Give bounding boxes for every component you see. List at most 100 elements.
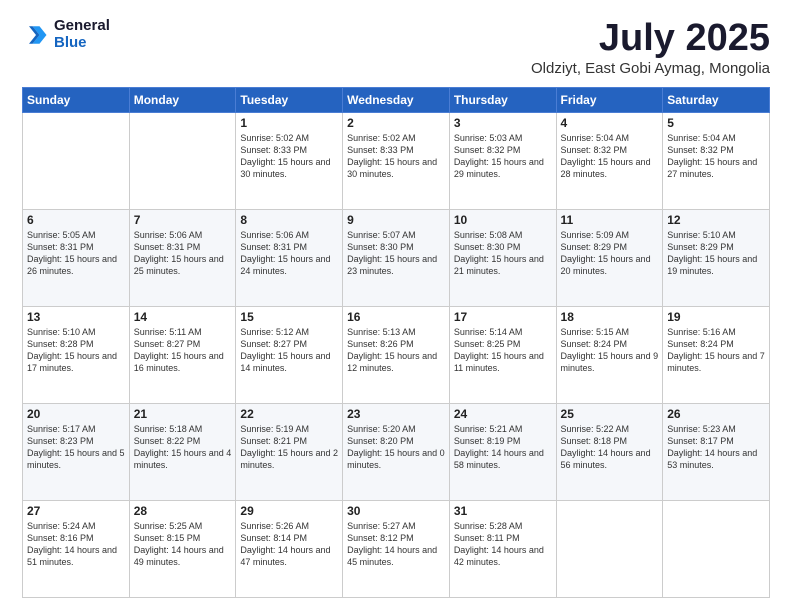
cell-text: Sunrise: 5:04 AM Sunset: 8:32 PM Dayligh… bbox=[561, 132, 659, 181]
day-number: 22 bbox=[240, 407, 338, 421]
cell-text: Sunrise: 5:26 AM Sunset: 8:14 PM Dayligh… bbox=[240, 520, 338, 569]
cell-text: Sunrise: 5:04 AM Sunset: 8:32 PM Dayligh… bbox=[667, 132, 765, 181]
cell-text: Sunrise: 5:07 AM Sunset: 8:30 PM Dayligh… bbox=[347, 229, 445, 278]
page: General Blue July 2025 Oldziyt, East Gob… bbox=[0, 0, 792, 612]
day-number: 1 bbox=[240, 116, 338, 130]
title-area: July 2025 Oldziyt, East Gobi Aymag, Mong… bbox=[531, 18, 770, 77]
cell-text: Sunrise: 5:22 AM Sunset: 8:18 PM Dayligh… bbox=[561, 423, 659, 472]
cell-text: Sunrise: 5:02 AM Sunset: 8:33 PM Dayligh… bbox=[347, 132, 445, 181]
logo-general-text: General bbox=[54, 18, 110, 35]
day-number: 4 bbox=[561, 116, 659, 130]
cell-text: Sunrise: 5:13 AM Sunset: 8:26 PM Dayligh… bbox=[347, 326, 445, 375]
day-number: 23 bbox=[347, 407, 445, 421]
day-number: 7 bbox=[134, 213, 232, 227]
cell-text: Sunrise: 5:24 AM Sunset: 8:16 PM Dayligh… bbox=[27, 520, 125, 569]
table-row: 4 Sunrise: 5:04 AM Sunset: 8:32 PM Daylig… bbox=[556, 112, 663, 209]
day-number: 2 bbox=[347, 116, 445, 130]
calendar-table: Sunday Monday Tuesday Wednesday Thursday… bbox=[22, 87, 770, 598]
table-row: 27 Sunrise: 5:24 AM Sunset: 8:16 PM Dayli… bbox=[23, 500, 130, 597]
cell-text: Sunrise: 5:06 AM Sunset: 8:31 PM Dayligh… bbox=[134, 229, 232, 278]
table-row: 24Sunrise: 5:21 AM Sunset: 8:19 PM Dayli… bbox=[449, 403, 556, 500]
cell-text: Sunrise: 5:02 AM Sunset: 8:33 PM Dayligh… bbox=[240, 132, 338, 181]
cell-text: Sunrise: 5:08 AM Sunset: 8:30 PM Dayligh… bbox=[454, 229, 552, 278]
cell-text: Sunrise: 5:11 AM Sunset: 8:27 PM Dayligh… bbox=[134, 326, 232, 375]
cell-text: Sunrise: 5:20 AM Sunset: 8:20 PM Dayligh… bbox=[347, 423, 445, 472]
col-friday: Friday bbox=[556, 87, 663, 112]
cell-text: Sunrise: 5:03 AM Sunset: 8:32 PM Dayligh… bbox=[454, 132, 552, 181]
table-row: 25 Sunrise: 5:22 AM Sunset: 8:18 PM Dayli… bbox=[556, 403, 663, 500]
table-row: 5Sunrise: 5:04 AM Sunset: 8:32 PM Daylig… bbox=[663, 112, 770, 209]
day-number: 27 bbox=[27, 504, 125, 518]
day-number: 21 bbox=[134, 407, 232, 421]
cell-text: Sunrise: 5:10 AM Sunset: 8:29 PM Dayligh… bbox=[667, 229, 765, 278]
col-saturday: Saturday bbox=[663, 87, 770, 112]
table-row: 13Sunrise: 5:10 AM Sunset: 8:28 PM Dayli… bbox=[23, 306, 130, 403]
table-row: 20 Sunrise: 5:17 AM Sunset: 8:23 PM Dayli… bbox=[23, 403, 130, 500]
day-number: 18 bbox=[561, 310, 659, 324]
col-sunday: Sunday bbox=[23, 87, 130, 112]
day-number: 28 bbox=[134, 504, 232, 518]
cell-text: Sunrise: 5:06 AM Sunset: 8:31 PM Dayligh… bbox=[240, 229, 338, 278]
table-row: 31 Sunrise: 5:28 AM Sunset: 8:11 PM Dayli… bbox=[449, 500, 556, 597]
day-number: 29 bbox=[240, 504, 338, 518]
day-number: 31 bbox=[454, 504, 552, 518]
logo: General Blue bbox=[22, 18, 110, 51]
cell-text: Sunrise: 5:27 AM Sunset: 8:12 PM Dayligh… bbox=[347, 520, 445, 569]
day-number: 16 bbox=[347, 310, 445, 324]
table-row: 2 Sunrise: 5:02 AM Sunset: 8:33 PM Daylig… bbox=[343, 112, 450, 209]
day-number: 19 bbox=[667, 310, 765, 324]
cell-text: Sunrise: 5:14 AM Sunset: 8:25 PM Dayligh… bbox=[454, 326, 552, 375]
table-row: 30 Sunrise: 5:27 AM Sunset: 8:12 PM Dayli… bbox=[343, 500, 450, 597]
cell-text: Sunrise: 5:12 AM Sunset: 8:27 PM Dayligh… bbox=[240, 326, 338, 375]
table-row: 9Sunrise: 5:07 AM Sunset: 8:30 PM Daylig… bbox=[343, 209, 450, 306]
table-row: 8Sunrise: 5:06 AM Sunset: 8:31 PM Daylig… bbox=[236, 209, 343, 306]
day-number: 15 bbox=[240, 310, 338, 324]
day-number: 11 bbox=[561, 213, 659, 227]
logo-blue-text: Blue bbox=[54, 35, 110, 52]
table-row bbox=[129, 112, 236, 209]
main-title: July 2025 bbox=[531, 18, 770, 60]
day-number: 24 bbox=[454, 407, 552, 421]
table-row bbox=[23, 112, 130, 209]
cell-text: Sunrise: 5:28 AM Sunset: 8:11 PM Dayligh… bbox=[454, 520, 552, 569]
cell-text: Sunrise: 5:10 AM Sunset: 8:28 PM Dayligh… bbox=[27, 326, 125, 375]
table-row: 17Sunrise: 5:14 AM Sunset: 8:25 PM Dayli… bbox=[449, 306, 556, 403]
col-tuesday: Tuesday bbox=[236, 87, 343, 112]
table-row: 12 Sunrise: 5:10 AM Sunset: 8:29 PM Dayli… bbox=[663, 209, 770, 306]
cell-text: Sunrise: 5:25 AM Sunset: 8:15 PM Dayligh… bbox=[134, 520, 232, 569]
cell-text: Sunrise: 5:09 AM Sunset: 8:29 PM Dayligh… bbox=[561, 229, 659, 278]
cell-text: Sunrise: 5:23 AM Sunset: 8:17 PM Dayligh… bbox=[667, 423, 765, 472]
day-number: 6 bbox=[27, 213, 125, 227]
day-number: 12 bbox=[667, 213, 765, 227]
subtitle: Oldziyt, East Gobi Aymag, Mongolia bbox=[531, 60, 770, 77]
calendar-week-row: 20 Sunrise: 5:17 AM Sunset: 8:23 PM Dayli… bbox=[23, 403, 770, 500]
day-number: 30 bbox=[347, 504, 445, 518]
cell-text: Sunrise: 5:05 AM Sunset: 8:31 PM Dayligh… bbox=[27, 229, 125, 278]
table-row: 11 Sunrise: 5:09 AM Sunset: 8:29 PM Dayli… bbox=[556, 209, 663, 306]
calendar-week-row: 1 Sunrise: 5:02 AM Sunset: 8:33 PM Daylig… bbox=[23, 112, 770, 209]
calendar-week-row: 13Sunrise: 5:10 AM Sunset: 8:28 PM Dayli… bbox=[23, 306, 770, 403]
table-row: 14 Sunrise: 5:11 AM Sunset: 8:27 PM Dayli… bbox=[129, 306, 236, 403]
col-thursday: Thursday bbox=[449, 87, 556, 112]
cell-text: Sunrise: 5:16 AM Sunset: 8:24 PM Dayligh… bbox=[667, 326, 765, 375]
cell-text: Sunrise: 5:15 AM Sunset: 8:24 PM Dayligh… bbox=[561, 326, 659, 375]
calendar-week-row: 27 Sunrise: 5:24 AM Sunset: 8:16 PM Dayli… bbox=[23, 500, 770, 597]
table-row: 28 Sunrise: 5:25 AM Sunset: 8:15 PM Dayli… bbox=[129, 500, 236, 597]
day-number: 20 bbox=[27, 407, 125, 421]
day-number: 25 bbox=[561, 407, 659, 421]
logo-text: General Blue bbox=[54, 18, 110, 51]
table-row: 29 Sunrise: 5:26 AM Sunset: 8:14 PM Dayli… bbox=[236, 500, 343, 597]
table-row: 23 Sunrise: 5:20 AM Sunset: 8:20 PM Dayli… bbox=[343, 403, 450, 500]
table-row: 1 Sunrise: 5:02 AM Sunset: 8:33 PM Daylig… bbox=[236, 112, 343, 209]
table-row: 10 Sunrise: 5:08 AM Sunset: 8:30 PM Dayli… bbox=[449, 209, 556, 306]
cell-text: Sunrise: 5:19 AM Sunset: 8:21 PM Dayligh… bbox=[240, 423, 338, 472]
table-row bbox=[663, 500, 770, 597]
day-number: 26 bbox=[667, 407, 765, 421]
header: General Blue July 2025 Oldziyt, East Gob… bbox=[22, 18, 770, 77]
cell-text: Sunrise: 5:17 AM Sunset: 8:23 PM Dayligh… bbox=[27, 423, 125, 472]
table-row: 26 Sunrise: 5:23 AM Sunset: 8:17 PM Dayli… bbox=[663, 403, 770, 500]
table-row: 3Sunrise: 5:03 AM Sunset: 8:32 PM Daylig… bbox=[449, 112, 556, 209]
day-number: 10 bbox=[454, 213, 552, 227]
day-number: 14 bbox=[134, 310, 232, 324]
table-row: 19 Sunrise: 5:16 AM Sunset: 8:24 PM Dayli… bbox=[663, 306, 770, 403]
